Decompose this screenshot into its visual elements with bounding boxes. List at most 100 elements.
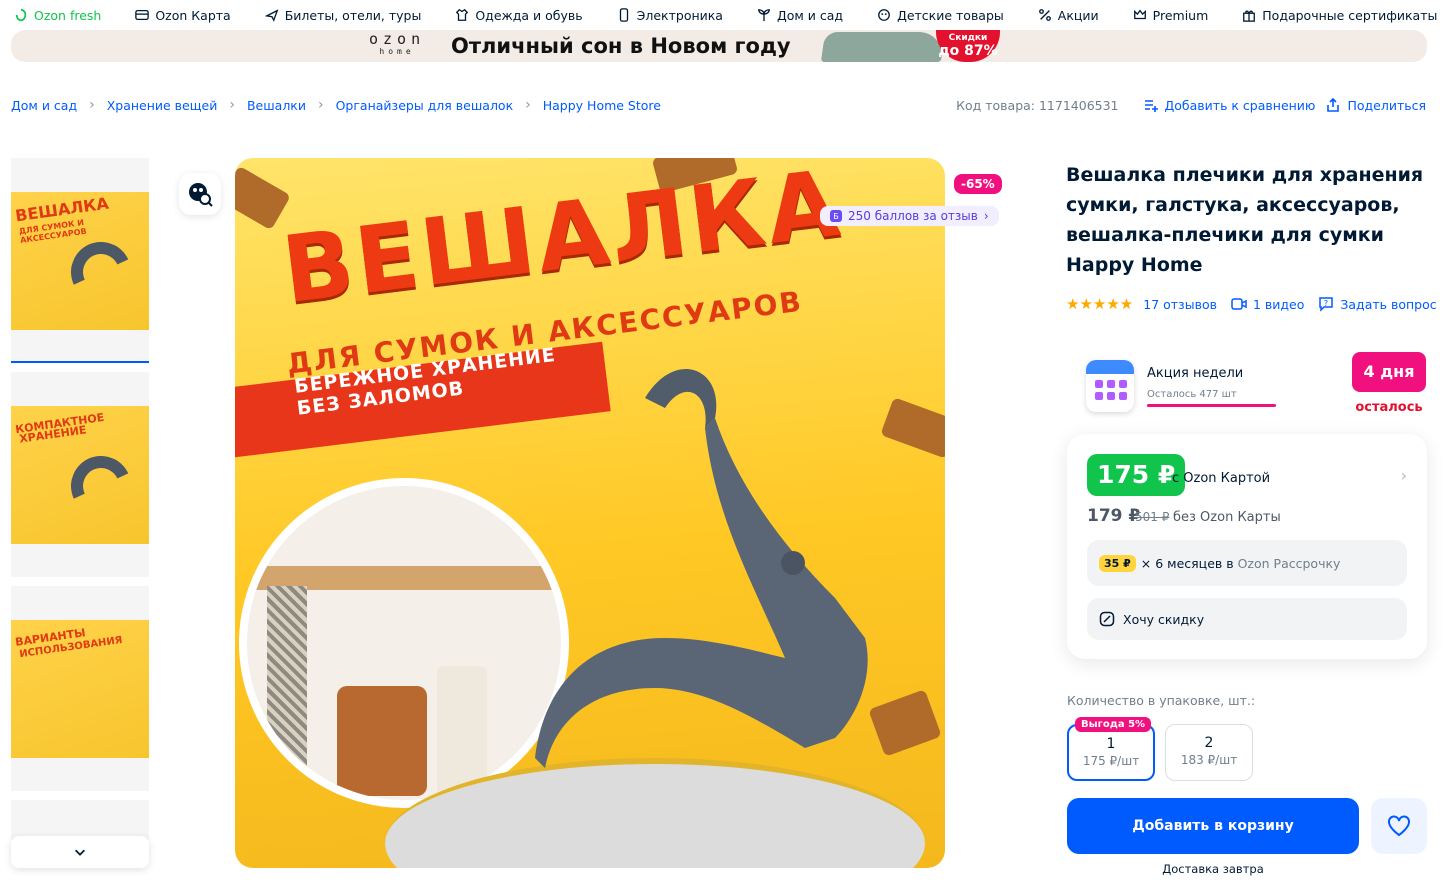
nav-item-gift-cards[interactable]: Подарочные сертификаты (1242, 8, 1437, 23)
svg-text:?: ? (1324, 299, 1328, 308)
chevron-right-icon[interactable]: › (1401, 466, 1407, 485)
breadcrumb-link[interactable]: Хранение вещей (107, 98, 218, 113)
nav-item-premium[interactable]: Premium (1133, 7, 1209, 23)
savings-badge: Выгода 5% (1075, 717, 1152, 732)
promo-name: Акция недели (1147, 366, 1244, 381)
share-label: Поделиться (1347, 97, 1426, 113)
heart-icon (1388, 815, 1410, 837)
nav-item-ozon-fresh[interactable]: Ozon fresh (14, 8, 101, 23)
breadcrumb-link[interactable]: Органайзеры для вешалок (336, 98, 514, 113)
installment-brand: Ozon Рассрочку (1237, 555, 1341, 571)
promo-remaining: Осталось 477 шт (1147, 389, 1237, 400)
banner-text: Отличный сон в Новом году (451, 34, 791, 58)
breadcrumb-link[interactable]: Happy Home Store (543, 98, 661, 113)
sale-badge: Скидки до 87% (936, 30, 1000, 62)
question-icon: ? (1319, 297, 1334, 312)
breadcrumb-link[interactable]: Вешалки (247, 98, 306, 113)
nav-item-label: Дом и сад (776, 7, 844, 23)
discount-badge: -65% (954, 174, 1002, 194)
quantity-value: 1 (1106, 736, 1116, 752)
promo-progress-bar (1147, 404, 1277, 407)
nav-item-sales[interactable]: Акции (1038, 8, 1099, 23)
nav-item-label: Premium (1152, 7, 1209, 23)
gift-icon (1243, 10, 1256, 22)
baby-icon (878, 9, 890, 21)
chevron-right-icon: › (317, 97, 324, 113)
want-discount-button[interactable]: Хочу скидку (1087, 598, 1407, 640)
thumbnail-image: ВАРИАНТЫ ИСПОЛЬЗОВАНИЯ (11, 620, 149, 758)
product-title: Вешалка плечики для хранения сумки, галс… (1066, 164, 1424, 276)
face-search-icon (189, 183, 213, 207)
plant-icon (758, 9, 770, 22)
unit-price: 183 ₽/шт (1180, 753, 1238, 767)
card-price[interactable]: 175 ₽ (1087, 454, 1186, 496)
phone-icon (619, 8, 628, 22)
favorite-button[interactable] (1371, 798, 1427, 854)
video-icon (1231, 298, 1247, 310)
breadcrumb-link[interactable]: Дом и сад (11, 98, 77, 113)
usage-photo (239, 478, 569, 808)
price-card: 175 ₽ с Ozon Картой › 179 ₽ 501 ₽ без Oz… (1067, 434, 1427, 659)
quantity-option-2[interactable]: 2 183 ₽/шт (1165, 724, 1253, 781)
nav-item-label: Ozon fresh (34, 7, 102, 23)
pillow-image (820, 32, 946, 62)
percent-icon (1038, 9, 1051, 21)
add-to-cart-button[interactable]: Добавить в корзину (1067, 798, 1359, 854)
nav-item-clothes[interactable]: Одежда и обувь (455, 7, 583, 23)
thumbnail-list: ВЕШАЛКА ДЛЯ СУМОК И АКСЕССУАРОВ КОМПАКТН… (11, 158, 149, 849)
thumbnails-more-button[interactable] (11, 836, 149, 868)
thumbnail-4[interactable] (11, 800, 149, 840)
compare-label: Добавить к сравнению (1164, 97, 1316, 113)
installment-text: × 6 месяцев в (1140, 555, 1234, 571)
star-rating[interactable]: ★★★★★ (1066, 295, 1133, 313)
nav-item-ozon-card[interactable]: Ozon Карта (135, 8, 231, 23)
nav-item-label: Подарочные сертификаты (1262, 7, 1438, 23)
nav-item-kids[interactable]: Детские товары (877, 8, 1004, 23)
old-price: 501 ₽ (1135, 510, 1170, 524)
points-icon: Б (830, 210, 842, 222)
delivery-info: Доставка завтра (1162, 862, 1264, 876)
main-product-image[interactable]: ВЕШАЛКА ДЛЯ СУМОК И АКСЕССУАРОВ БЕРЕЖНОЕ… (235, 158, 945, 868)
top-navigation: Ozon fresh Ozon Карта Билеты, отели, тур… (0, 0, 1454, 30)
hanger-image (535, 369, 868, 768)
video-link[interactable]: 1 видео (1231, 297, 1304, 312)
reviews-link[interactable]: 17 отзывов (1143, 297, 1217, 312)
thumbnail-image: КОМПАКТНОЕ ХРАНЕНИЕ (11, 406, 149, 544)
card-icon (135, 9, 150, 21)
ask-question-label: Задать вопрос (1340, 296, 1437, 312)
nav-item-electronics[interactable]: Электроника (617, 8, 723, 23)
thumbnail-1[interactable]: ВЕШАЛКА ДЛЯ СУМОК И АКСЕССУАРОВ (11, 158, 149, 363)
quantity-value: 2 (1204, 735, 1214, 751)
nav-item-label: Детские товары (897, 7, 1004, 23)
nav-item-home-garden[interactable]: Дом и сад (757, 8, 843, 23)
ozon-home-logo: ozon home (369, 30, 426, 57)
quantity-option-1[interactable]: Выгода 5% 1 175 ₽/шт (1067, 717, 1155, 781)
thumbnail-image: ВЕШАЛКА ДЛЯ СУМОК И АКСЕССУАРОВ (11, 192, 149, 330)
video-label: 1 видео (1252, 296, 1305, 312)
image-search-button[interactable] (179, 173, 221, 215)
thumbnail-2[interactable]: КОМПАКТНОЕ ХРАНЕНИЕ (11, 372, 149, 577)
thumbnail-3[interactable]: ВАРИАНТЫ ИСПОЛЬЗОВАНИЯ (11, 586, 149, 791)
unit-price: 175 ₽/шт (1082, 754, 1140, 768)
nav-item-label: Одежда и обувь (475, 7, 583, 23)
regular-price-label: без Ozon Карты (1173, 510, 1281, 525)
quantity-label: Количество в упаковке, шт.: (1067, 693, 1256, 708)
share-button[interactable]: Поделиться (1325, 97, 1426, 113)
product-code: Код товара: 1171406531 (956, 97, 1119, 113)
bag-image (337, 686, 427, 796)
nav-item-tickets[interactable]: Билеты, отели, туры (264, 7, 422, 23)
chevron-right-icon: › (983, 209, 989, 223)
card-price-label: с Ozon Картой (1172, 471, 1271, 486)
compare-button[interactable]: Добавить к сравнению (1143, 97, 1316, 113)
hanger-image (62, 233, 140, 311)
breadcrumb: Дом и сад › Хранение вещей › Вешалки › О… (11, 97, 661, 113)
installment-option[interactable]: 35 ₽ × 6 месяцев в Ozon Рассрочку (1087, 540, 1407, 586)
review-points-badge[interactable]: Б 250 баллов за отзыв › (820, 206, 999, 226)
installment-amount: 35 ₽ (1099, 554, 1136, 572)
compare-icon (1144, 100, 1158, 112)
promo-banner[interactable]: ozon home Отличный сон в Новом году Скидк… (11, 30, 1427, 62)
ask-question-link[interactable]: ? Задать вопрос (1318, 296, 1437, 312)
chevron-right-icon: › (89, 97, 95, 113)
share-icon (1327, 97, 1340, 112)
nav-item-label: Билеты, отели, туры (284, 7, 422, 23)
